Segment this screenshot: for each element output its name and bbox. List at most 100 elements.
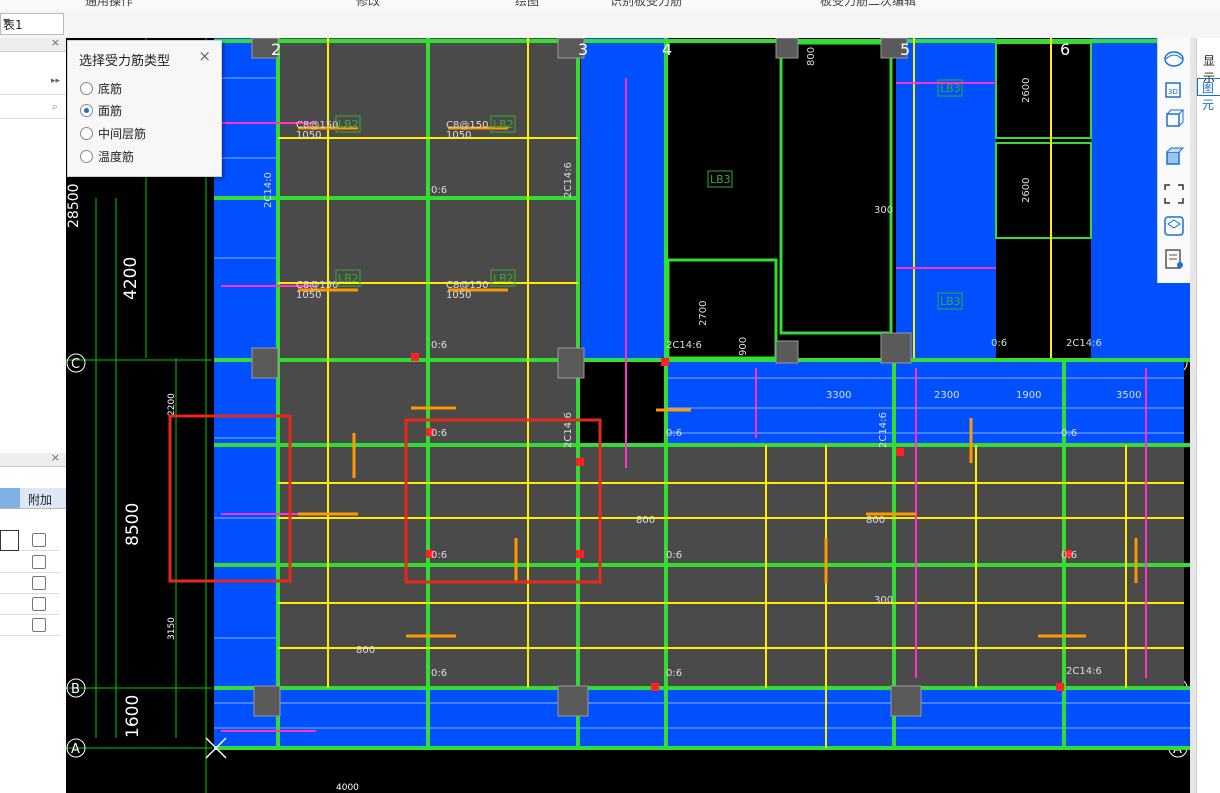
- floor-plan-drawing[interactable]: 4200 8500 1600 28500 2200 3150 4000 C B …: [66, 38, 1190, 793]
- table-row[interactable]: [0, 573, 60, 594]
- dim-4200-label: 4200: [121, 257, 141, 300]
- slab-tag-label: LB2: [493, 118, 514, 131]
- table-header-selected: [0, 488, 20, 508]
- rebar-length-label: 1050: [446, 130, 471, 141]
- extra-checkbox[interactable]: [32, 618, 46, 632]
- dim-2600-label: 2600: [1021, 78, 1032, 103]
- axis-4-label: 4: [662, 40, 672, 59]
- 3d-view-icon[interactable]: 3D: [1163, 78, 1185, 100]
- rebar-callout-label: 2C14:6: [1066, 666, 1102, 677]
- dim-800-label: 800: [866, 515, 885, 526]
- slab-tag-label: LB3: [940, 295, 961, 308]
- layer-combo[interactable]: 表1 ▼: [0, 13, 64, 35]
- radio-middle-rebar[interactable]: [80, 127, 93, 140]
- slab-tag-label: LB3: [940, 82, 961, 95]
- layer-view-icon[interactable]: [1163, 215, 1185, 237]
- dim-4000-label: 4000: [336, 783, 359, 793]
- extra-checkbox[interactable]: [32, 576, 46, 590]
- view-toolbar: 3D: [1157, 38, 1191, 283]
- radio-top-rebar[interactable]: [80, 104, 93, 117]
- slab-tag-label: LB2: [338, 118, 359, 131]
- ribbon-group-draw: 绘图: [515, 0, 540, 8]
- slab-zone-corridor: [664, 360, 1184, 445]
- properties-icon[interactable]: [1163, 248, 1185, 270]
- rebar-length-label: 1050: [296, 130, 321, 141]
- dim-28500-label: 28500: [66, 183, 82, 228]
- radio-temperature-rebar[interactable]: [80, 150, 93, 163]
- table-header: 附加: [0, 488, 66, 509]
- slab-tag-label: LB2: [338, 272, 359, 285]
- dim-2200-label: 2200: [167, 393, 177, 416]
- fit-view-icon[interactable]: [1163, 183, 1185, 205]
- toolbar: [0, 10, 1220, 39]
- rebar-hook-label: 0:6: [431, 428, 447, 439]
- rebar-hook-label: 0:6: [1061, 550, 1077, 561]
- rebar-callout-label: 2C14:6: [666, 340, 702, 351]
- rebar-callout-label: 2C14:6: [1066, 338, 1102, 349]
- option-top-rebar-label: 面筋: [98, 104, 123, 118]
- rebar-callout-label: 2C14:6: [878, 412, 889, 448]
- left-panel-search[interactable]: ⌕: [0, 98, 66, 119]
- dim-2700-label: 2700: [698, 301, 709, 326]
- dim-300-label: 300: [874, 205, 893, 216]
- opening-top-right-2: [995, 142, 1092, 239]
- dim-2300-label: 2300: [934, 390, 959, 401]
- axis-3-label: 3: [578, 40, 588, 59]
- dim-300-label: 300: [874, 595, 893, 606]
- extra-checkbox[interactable]: [32, 533, 46, 547]
- slab-zone-stair: [581, 38, 664, 358]
- axis-5-label: 5: [900, 40, 910, 59]
- dim-800-label: 800: [806, 47, 817, 66]
- cube-view-icon[interactable]: [1163, 108, 1185, 130]
- left-panel-header: ×: [0, 36, 66, 52]
- axis-2-label: 2: [271, 40, 281, 59]
- table-row[interactable]: [0, 615, 60, 636]
- slab-tag-label: LB3: [710, 173, 731, 186]
- rebar-hook-label: 0:6: [431, 340, 447, 351]
- option-middle-rebar-label: 中间层筋: [98, 127, 147, 141]
- left-panel-row[interactable]: ▸▸: [0, 74, 66, 95]
- table-row[interactable]: [0, 594, 60, 615]
- dim-3300-label: 3300: [826, 390, 851, 401]
- ribbon-group-general: 通用操作: [85, 0, 134, 8]
- option-bottom-rebar-label: 底筋: [98, 82, 123, 96]
- chevron-right-icon[interactable]: ▸▸: [51, 76, 60, 86]
- right-panel-tab[interactable]: 图元: [1197, 78, 1220, 112]
- dim-1600-label: 1600: [123, 695, 143, 738]
- close-icon[interactable]: ×: [51, 36, 60, 49]
- rebar-hook-label: 0:6: [431, 550, 447, 561]
- close-icon[interactable]: ×: [51, 451, 60, 464]
- rebar-hook-label: 0:6: [666, 668, 682, 679]
- table-panel-header: ×: [0, 451, 66, 467]
- rebar-callout-label: 2C14:6: [563, 412, 574, 448]
- rebar-hook-label: 0:6: [991, 338, 1007, 349]
- axis-B-left: B: [71, 682, 80, 697]
- ribbon-group-modify: 修改: [356, 0, 381, 8]
- rebar-hook-label: 0:6: [431, 185, 447, 196]
- table-cell-editing[interactable]: [0, 530, 19, 551]
- solid-view-icon[interactable]: [1163, 146, 1185, 168]
- table-row[interactable]: [0, 530, 60, 551]
- cad-drawing-canvas[interactable]: 4200 8500 1600 28500 2200 3150 4000 C B …: [66, 38, 1190, 793]
- axis-A-left: A: [71, 742, 80, 757]
- radio-bottom-rebar[interactable]: [80, 82, 93, 95]
- rebar-hook-label: 0:6: [666, 428, 682, 439]
- dim-3500-label: 3500: [1116, 390, 1141, 401]
- ribbon-group-identify: 识别板受力筋: [610, 0, 683, 8]
- table-row[interactable]: [0, 552, 60, 573]
- slab-zone-left: [214, 38, 278, 738]
- search-icon[interactable]: ⌕: [52, 100, 58, 114]
- rebar-callout-label: 2C14:0: [263, 172, 274, 208]
- sphere-view-icon[interactable]: [1163, 48, 1185, 70]
- table-header-extra: 附加: [28, 493, 53, 507]
- extra-checkbox[interactable]: [32, 555, 46, 569]
- rebar-hook-label: 0:6: [666, 550, 682, 561]
- rebar-hook-label: 0:6: [1061, 428, 1077, 439]
- extra-checkbox[interactable]: [32, 597, 46, 611]
- close-icon[interactable]: ×: [198, 47, 211, 65]
- dialog-title: 选择受力筋类型: [79, 54, 171, 69]
- rebar-length-label: 1050: [446, 290, 471, 301]
- axis-6-label: 6: [1060, 40, 1070, 59]
- chevron-down-icon[interactable]: ▼: [3, 17, 61, 26]
- dim-800-label: 800: [356, 645, 375, 656]
